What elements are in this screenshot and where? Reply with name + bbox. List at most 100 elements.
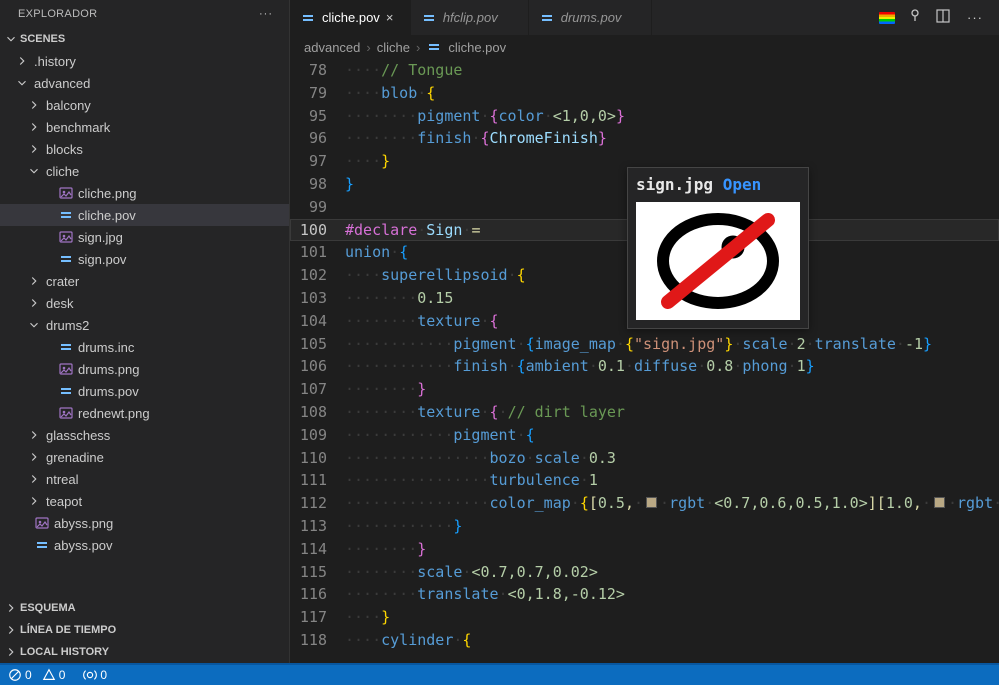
line-number: 117 bbox=[290, 606, 345, 629]
image-icon bbox=[58, 185, 74, 201]
code-line[interactable]: 105············pigment·{image_map·{"sign… bbox=[290, 333, 999, 356]
code-line[interactable]: 110················bozo·scale·0.3 bbox=[290, 447, 999, 470]
file-item[interactable]: drums.pov bbox=[0, 380, 289, 402]
code-content: ····cylinder·{ bbox=[345, 629, 999, 652]
code-line[interactable]: 112················color_map·{[0.5,··rgb… bbox=[290, 492, 999, 515]
file-item[interactable]: sign.jpg bbox=[0, 226, 289, 248]
editor-tab[interactable]: cliche.pov× bbox=[290, 0, 411, 35]
code-line[interactable]: 115········scale·<0.7,0.7,0.02> bbox=[290, 561, 999, 584]
code-content: ········scale·<0.7,0.7,0.02> bbox=[345, 561, 999, 584]
code-line[interactable]: 118····cylinder·{ bbox=[290, 629, 999, 652]
code-line[interactable]: 113············} bbox=[290, 515, 999, 538]
folder-item[interactable]: crater bbox=[0, 270, 289, 292]
hover-filename: sign.jpg bbox=[636, 175, 713, 194]
line-number: 118 bbox=[290, 629, 345, 652]
code-content: ················turbulence·1 bbox=[345, 469, 999, 492]
folder-item[interactable]: cliche bbox=[0, 160, 289, 182]
folder-item[interactable]: advanced bbox=[0, 72, 289, 94]
tree-item-label: drums2 bbox=[46, 318, 89, 333]
pov-icon bbox=[58, 251, 74, 267]
editor-more-icon[interactable]: ··· bbox=[963, 8, 987, 27]
image-icon bbox=[58, 405, 74, 421]
code-line[interactable]: 116········translate·<0,1.8,-0.12> bbox=[290, 583, 999, 606]
tree-item-label: balcony bbox=[46, 98, 91, 113]
folder-item[interactable]: .history bbox=[0, 50, 289, 72]
tree-item-label: cliche.png bbox=[78, 186, 137, 201]
editor-tab[interactable]: hfclip.pov× bbox=[411, 0, 529, 35]
file-item[interactable]: cliche.pov bbox=[0, 204, 289, 226]
code-content: ····blob·{ bbox=[345, 82, 999, 105]
folder-item[interactable]: teapot bbox=[0, 490, 289, 512]
chevron-icon bbox=[26, 450, 42, 464]
section-timeline-label: LÍNEA DE TIEMPO bbox=[20, 624, 116, 636]
close-icon[interactable]: × bbox=[386, 10, 400, 25]
file-item[interactable]: cliche.png bbox=[0, 182, 289, 204]
folder-item[interactable]: balcony bbox=[0, 94, 289, 116]
code-line[interactable]: 106············finish·{ambient·0.1·diffu… bbox=[290, 355, 999, 378]
editor-tab[interactable]: drums.pov× bbox=[529, 0, 653, 35]
file-item[interactable]: rednewt.png bbox=[0, 402, 289, 424]
tree-item-label: teapot bbox=[46, 494, 82, 509]
folder-item[interactable]: blocks bbox=[0, 138, 289, 160]
code-line[interactable]: 117····} bbox=[290, 606, 999, 629]
tree-item-label: ntreal bbox=[46, 472, 79, 487]
breadcrumb-seg[interactable]: cliche.pov bbox=[448, 40, 506, 55]
folder-item[interactable]: benchmark bbox=[0, 116, 289, 138]
line-number: 101 bbox=[290, 241, 345, 264]
status-ports-count: 0 bbox=[100, 668, 107, 682]
rainbow-icon[interactable] bbox=[879, 12, 895, 24]
split-editor-icon[interactable] bbox=[935, 8, 951, 27]
code-content: ········translate·<0,1.8,-0.12> bbox=[345, 583, 999, 606]
code-line[interactable]: 108········texture·{·// dirt layer bbox=[290, 401, 999, 424]
code-line[interactable]: 111················turbulence·1 bbox=[290, 469, 999, 492]
chevron-icon bbox=[26, 494, 42, 508]
folder-item[interactable]: ntreal bbox=[0, 468, 289, 490]
line-number: 107 bbox=[290, 378, 345, 401]
code-content: ····} bbox=[345, 606, 999, 629]
code-line[interactable]: 96········finish·{ChromeFinish} bbox=[290, 127, 999, 150]
explorer-more-icon[interactable]: ··· bbox=[255, 6, 277, 22]
section-scenes[interactable]: SCENES bbox=[0, 28, 289, 50]
file-item[interactable]: abyss.pov bbox=[0, 534, 289, 556]
code-editor[interactable]: sign.jpg Open 78····// Tongue79····blob·… bbox=[290, 59, 999, 663]
status-warnings-count: 0 bbox=[59, 668, 66, 682]
hover-open-link[interactable]: Open bbox=[723, 175, 762, 194]
folder-item[interactable]: desk bbox=[0, 292, 289, 314]
chevron-icon bbox=[26, 318, 42, 332]
status-errors[interactable]: 0 bbox=[8, 668, 32, 682]
breadcrumb-seg[interactable]: advanced bbox=[304, 40, 360, 55]
folder-item[interactable]: grenadine bbox=[0, 446, 289, 468]
tree-item-label: crater bbox=[46, 274, 79, 289]
tree-item-label: cliche.pov bbox=[78, 208, 136, 223]
section-local-history[interactable]: LOCAL HISTORY bbox=[0, 641, 289, 663]
code-line[interactable]: 79····blob·{ bbox=[290, 82, 999, 105]
code-line[interactable]: 114········} bbox=[290, 538, 999, 561]
code-line[interactable]: 78····// Tongue bbox=[290, 59, 999, 82]
status-ports[interactable]: 0 bbox=[83, 668, 107, 682]
section-timeline[interactable]: LÍNEA DE TIEMPO bbox=[0, 619, 289, 641]
chevron-icon bbox=[26, 120, 42, 134]
breadcrumb-seg[interactable]: cliche bbox=[377, 40, 410, 55]
line-number: 115 bbox=[290, 561, 345, 584]
code-line[interactable]: 109············pigment·{ bbox=[290, 424, 999, 447]
pin-icon[interactable] bbox=[907, 8, 923, 27]
folder-item[interactable]: drums2 bbox=[0, 314, 289, 336]
tree-item-label: drums.png bbox=[78, 362, 139, 377]
section-esquema[interactable]: ESQUEMA bbox=[0, 597, 289, 619]
code-line[interactable]: 107········} bbox=[290, 378, 999, 401]
file-item[interactable]: abyss.png bbox=[0, 512, 289, 534]
code-content: ····// Tongue bbox=[345, 59, 999, 82]
tree-item-label: advanced bbox=[34, 76, 90, 91]
code-content: ············pigment·{ bbox=[345, 424, 999, 447]
file-item[interactable]: sign.pov bbox=[0, 248, 289, 270]
folder-item[interactable]: glasschess bbox=[0, 424, 289, 446]
line-number: 111 bbox=[290, 469, 345, 492]
line-number: 96 bbox=[290, 127, 345, 150]
status-warnings[interactable]: 0 bbox=[42, 668, 66, 682]
file-item[interactable]: drums.inc bbox=[0, 336, 289, 358]
tab-label: hfclip.pov bbox=[443, 10, 498, 25]
file-item[interactable]: drums.png bbox=[0, 358, 289, 380]
code-line[interactable]: 95········pigment·{color·<1,0,0>} bbox=[290, 105, 999, 128]
line-number: 110 bbox=[290, 447, 345, 470]
breadcrumbs[interactable]: advanced › cliche › cliche.pov bbox=[290, 35, 999, 59]
